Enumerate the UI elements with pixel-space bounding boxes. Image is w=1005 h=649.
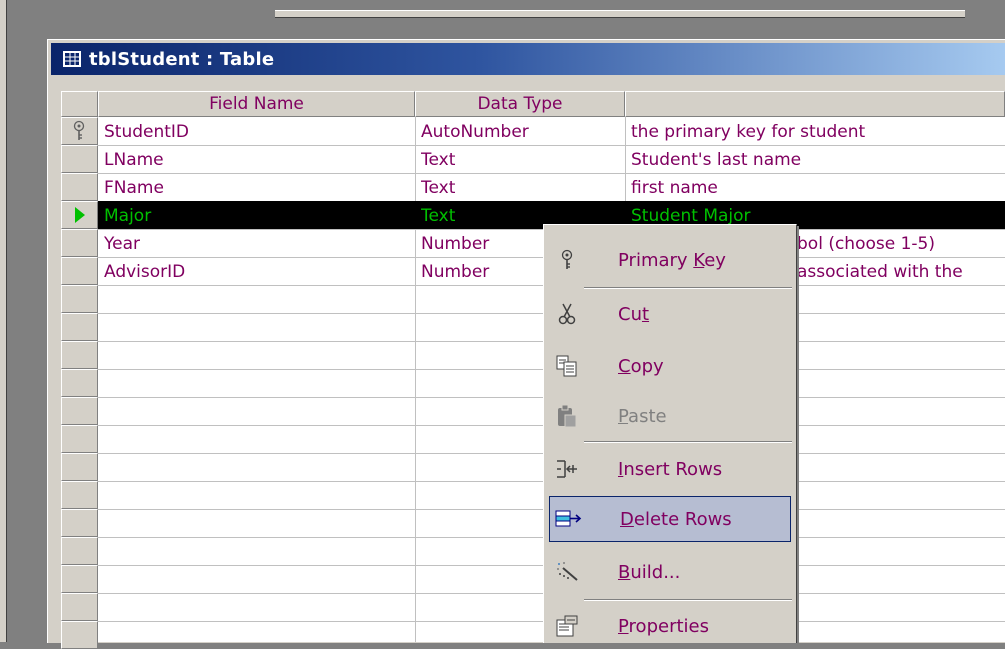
copy-icon [552,351,582,381]
row-selector[interactable] [61,397,98,425]
row-selector[interactable] [61,145,98,173]
data-type-cell[interactable]: AutoNumber [421,118,621,146]
menu-item-paste[interactable]: Paste [548,393,792,439]
menu-item-primary-key[interactable]: Primary Key [548,237,792,283]
row-selector[interactable] [61,285,98,313]
grid-divider [415,117,416,642]
row-selector[interactable] [61,565,98,593]
menu-item-insert-rows[interactable]: Insert Rows [548,446,792,492]
description-cell[interactable]: bol (choose 1-5) [797,230,1002,258]
field-name-cell[interactable]: Major [104,202,409,230]
data-type-cell[interactable]: Text [421,146,621,174]
table-icon [63,51,81,67]
menu-item-label: Build... [618,561,681,583]
menu-item-label: Insert Rows [618,458,723,480]
menu-item-build[interactable]: Build... [548,549,792,595]
key-icon [552,245,582,275]
description-cell[interactable]: Student's last name [631,146,1001,174]
row-selector[interactable] [61,453,98,481]
insert-rows-icon [552,454,582,484]
field-name-cell[interactable]: AdvisorID [104,258,409,286]
left-edge [0,0,7,642]
menu-item-label: Properties [618,615,709,637]
menu-item-label: Cut [618,303,650,325]
row-selector[interactable] [61,481,98,509]
row-selector[interactable] [61,173,98,201]
menu-item-label: Paste [618,405,667,427]
row-selector[interactable] [61,257,98,285]
row-selector[interactable] [61,593,98,621]
row-selector-column [61,117,98,649]
window-title: tblStudent : Table [89,48,275,70]
column-header-data-type[interactable]: Data Type [415,91,625,117]
row-selector[interactable] [61,425,98,453]
properties-icon [552,611,582,641]
paste-icon [552,401,582,431]
title-bar[interactable]: tblStudent : Table [51,43,1005,75]
menu-separator [584,441,792,443]
data-type-cell[interactable]: Text [421,174,621,202]
row-selector[interactable] [61,621,98,649]
menu-item-label: Delete Rows [620,508,732,530]
menu-separator [584,287,792,289]
row-selector[interactable] [61,509,98,537]
column-header-field-name[interactable]: Field Name [98,91,415,117]
corner-header[interactable] [61,91,98,117]
current-row-arrow-icon [75,207,85,223]
row-selector[interactable] [61,341,98,369]
menu-item-label: Primary Key [618,249,726,271]
row-selector[interactable] [61,313,98,341]
key-icon [73,120,85,140]
menu-item-copy[interactable]: Copy [548,343,792,389]
scissors-icon [552,299,582,329]
row-selector[interactable] [61,369,98,397]
menu-item-properties[interactable]: Properties [548,603,792,649]
description-cell[interactable]: first name [631,174,1001,202]
menu-item-cut[interactable]: Cut [548,291,792,337]
menu-item-delete-rows[interactable]: Delete Rows [549,496,791,542]
wand-icon [552,557,582,587]
field-name-cell[interactable]: Year [104,230,409,258]
row-selector-current[interactable] [61,201,98,229]
menu-item-label: Copy [618,355,664,377]
background-window-edge [275,10,965,18]
description-cell[interactable]: associated with the [797,258,1005,286]
context-menu: Primary Key Cut Copy Paste Insert Rows D… [543,224,797,643]
field-name-cell[interactable]: LName [104,146,409,174]
row-selector[interactable] [61,229,98,257]
field-name-cell[interactable]: StudentID [104,118,409,146]
row-selector[interactable] [61,117,98,145]
column-header-description[interactable] [625,91,1005,117]
menu-separator [584,599,792,601]
row-selector[interactable] [61,537,98,565]
field-name-cell[interactable]: FName [104,174,409,202]
description-cell[interactable]: the primary key for student [631,118,1001,146]
delete-rows-icon [554,504,584,534]
